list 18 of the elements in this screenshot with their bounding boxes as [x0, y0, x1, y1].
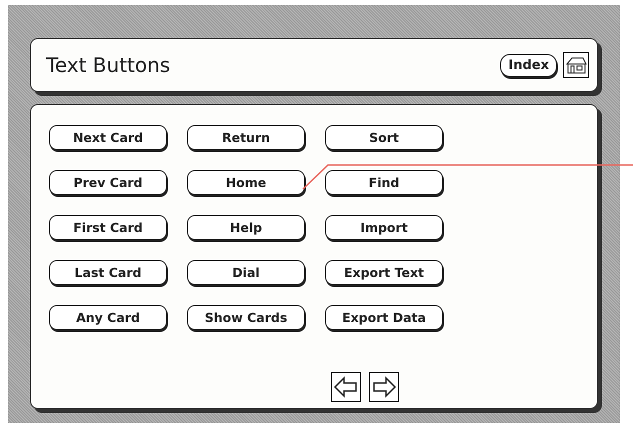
text-button[interactable]: Any Card: [49, 305, 167, 330]
text-button[interactable]: Help: [187, 215, 305, 240]
text-button[interactable]: Prev Card: [49, 170, 167, 195]
text-button[interactable]: First Card: [49, 215, 167, 240]
text-button[interactable]: Import: [325, 215, 443, 240]
card-title: Text Buttons: [46, 53, 172, 77]
text-button[interactable]: Return: [187, 125, 305, 150]
text-button[interactable]: Show Cards: [187, 305, 305, 330]
house-icon[interactable]: [563, 52, 589, 78]
index-button[interactable]: Index: [500, 54, 557, 76]
text-button[interactable]: Next Card: [49, 125, 167, 150]
text-button[interactable]: Last Card: [49, 260, 167, 285]
text-button[interactable]: Home: [187, 170, 305, 195]
text-button[interactable]: Export Text: [325, 260, 443, 285]
text-button[interactable]: Dial: [187, 260, 305, 285]
text-button[interactable]: Sort: [325, 125, 443, 150]
text-button[interactable]: Find: [325, 170, 443, 195]
text-button[interactable]: Export Data: [325, 305, 443, 330]
